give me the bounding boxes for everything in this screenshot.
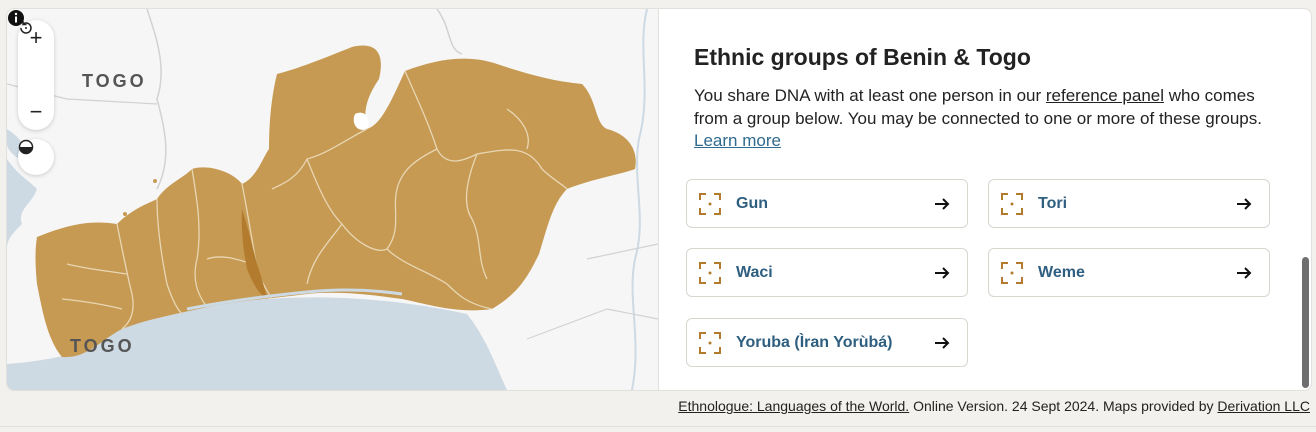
group-label: Weme <box>1038 263 1085 281</box>
group-label: Yoruba (Ìran Yorùbá) <box>736 333 893 351</box>
group-button-yoruba[interactable]: Yoruba (Ìran Yorùbá) <box>686 318 968 367</box>
zoom-out-button[interactable]: − <box>18 95 54 129</box>
derivation-link[interactable]: Derivation LLC <box>1217 398 1310 414</box>
reference-panel-link[interactable]: reference panel <box>1046 86 1164 105</box>
info-icon[interactable] <box>7 9 25 27</box>
country-label-togo-south: TOGO <box>70 336 135 356</box>
region-fragment <box>123 212 127 216</box>
group-label: Waci <box>736 263 773 281</box>
group-button-waci[interactable]: Waci <box>686 248 968 297</box>
arrow-right-icon <box>935 266 950 279</box>
arrow-right-icon <box>1237 197 1252 210</box>
minus-icon: − <box>29 98 43 124</box>
map-theme-toggle[interactable] <box>18 139 54 175</box>
map-canvas[interactable] <box>7 9 658 390</box>
ethnic-groups-card: TOGO TOGO + − Ethnic groups of Benin & T… <box>6 8 1312 391</box>
zoom-controls: + − <box>18 20 54 130</box>
panel-title: Ethnic groups of Benin & Togo <box>694 44 1031 70</box>
desc-text: You share DNA with at least one person i… <box>694 86 1046 105</box>
learn-more-link[interactable]: Learn more <box>694 131 781 150</box>
ethnologue-link[interactable]: Ethnologue: Languages of the World. <box>678 398 909 414</box>
panel-scrollbar[interactable] <box>1302 257 1309 388</box>
group-button-tori[interactable]: Tori <box>988 179 1270 228</box>
group-button-gun[interactable]: Gun <box>686 179 968 228</box>
country-label-togo: TOGO <box>82 71 147 91</box>
arrow-right-icon <box>935 336 950 349</box>
focus-region-icon <box>699 261 721 284</box>
focus-region-icon <box>699 192 721 215</box>
group-label: Gun <box>736 194 768 212</box>
attribution-text: Online Version. 24 Sept 2024. Maps provi… <box>909 398 1218 414</box>
focus-region-icon <box>1001 192 1023 215</box>
map-view[interactable]: TOGO TOGO + − <box>7 9 659 390</box>
region-fragment <box>153 179 157 183</box>
map-attribution: Ethnologue: Languages of the World. Onli… <box>678 398 1310 414</box>
focus-region-icon <box>699 331 721 354</box>
group-label: Tori <box>1038 194 1068 212</box>
divider <box>0 426 1316 427</box>
group-button-weme[interactable]: Weme <box>988 248 1270 297</box>
focus-region-icon <box>1001 261 1023 284</box>
ethnic-groups-panel: Ethnic groups of Benin & Togo You share … <box>659 9 1299 390</box>
contrast-icon <box>18 139 34 155</box>
arrow-right-icon <box>935 197 950 210</box>
panel-description: You share DNA with at least one person i… <box>694 85 1279 153</box>
arrow-right-icon <box>1237 266 1252 279</box>
reset-view-button[interactable] <box>18 21 54 92</box>
